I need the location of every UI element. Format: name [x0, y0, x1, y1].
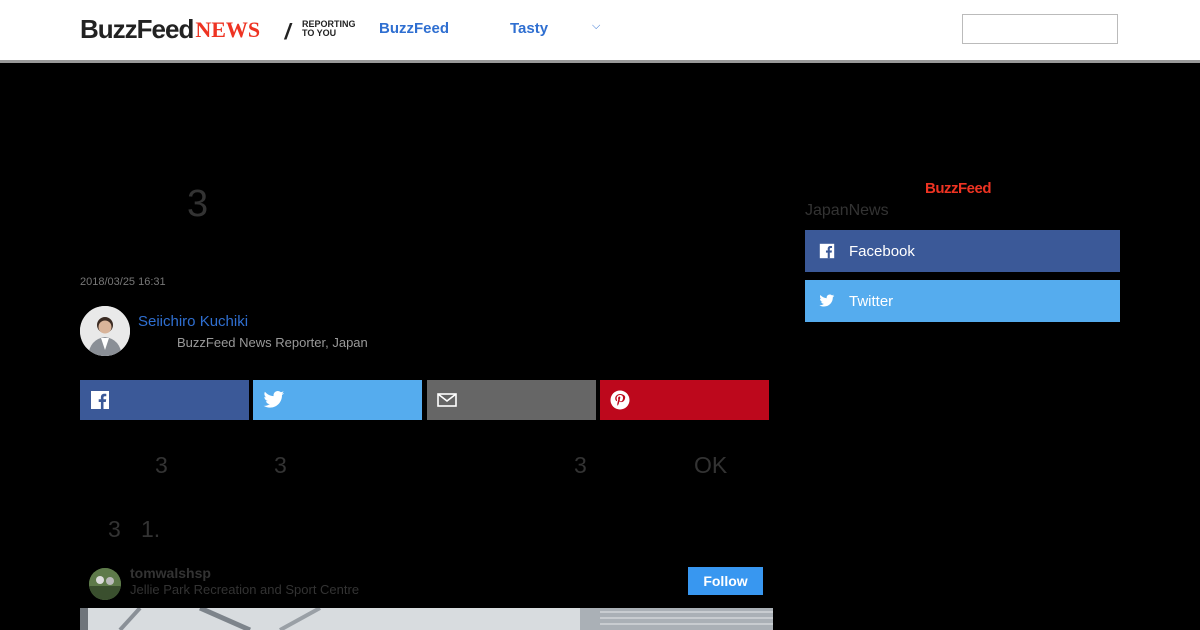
share-email-button[interactable] [427, 380, 596, 420]
sidebar-label: JapanNews [805, 202, 889, 219]
body-text-fragment: OK [694, 452, 728, 478]
logo-slash: / [282, 19, 294, 44]
share-bar [80, 380, 770, 420]
instagram-embed: tomwalshsp Jellie Park Recreation and Sp… [80, 556, 773, 630]
twitter-icon [263, 391, 285, 408]
logo-tagline: REPORTING TO YOU [302, 19, 356, 38]
instagram-avatar[interactable] [89, 568, 121, 600]
share-pinterest-button[interactable] [600, 380, 769, 420]
body-text-fragment: 3 [155, 452, 168, 478]
share-twitter-button[interactable] [253, 380, 422, 420]
twitter-icon [819, 294, 835, 307]
instagram-location[interactable]: Jellie Park Recreation and Sport Centre [130, 582, 359, 597]
sidebar-buzzfeed-logo[interactable]: BuzzFeed [925, 180, 992, 197]
search-input[interactable] [962, 14, 1118, 44]
list-text-fragment: 3 [108, 516, 121, 542]
sidebar-twitter-button[interactable]: Twitter [805, 280, 1120, 322]
site-header: BuzzFeed NEWS / REPORTING TO YOU BuzzFee… [0, 0, 1200, 63]
instagram-photo[interactable] [80, 608, 773, 630]
sidebar-twitter-label: Twitter [849, 292, 894, 310]
author-avatar[interactable] [80, 306, 130, 356]
email-icon [437, 393, 457, 407]
author-title: BuzzFeed News Reporter, Japan [177, 335, 368, 350]
article-headline: 3 [187, 183, 209, 225]
follow-button[interactable]: Follow [688, 567, 763, 595]
sidebar-facebook-button[interactable]: Facebook [805, 230, 1120, 272]
nav-link-tasty[interactable]: Tasty [510, 20, 548, 37]
author-name-link[interactable]: Seiichiro Kuchiki [138, 313, 248, 330]
instagram-username[interactable]: tomwalshsp [130, 565, 211, 581]
body-text-fragment: 3 [574, 452, 587, 478]
body-text-fragment: 3 [274, 452, 287, 478]
chevron-down-icon[interactable]: ⌵ [592, 20, 600, 33]
share-facebook-button[interactable] [80, 380, 249, 420]
sidebar-facebook-label: Facebook [849, 242, 915, 260]
facebook-icon [819, 243, 835, 259]
pinterest-icon [610, 390, 630, 410]
facebook-icon [91, 391, 109, 409]
nav-link-buzzfeed[interactable]: BuzzFeed [379, 20, 449, 37]
article-timestamp: 2018/03/25 16:31 [80, 276, 166, 288]
logo-tag-wrap: / REPORTING TO YOU [80, 15, 380, 45]
list-text-fragment: 1. [141, 516, 161, 542]
